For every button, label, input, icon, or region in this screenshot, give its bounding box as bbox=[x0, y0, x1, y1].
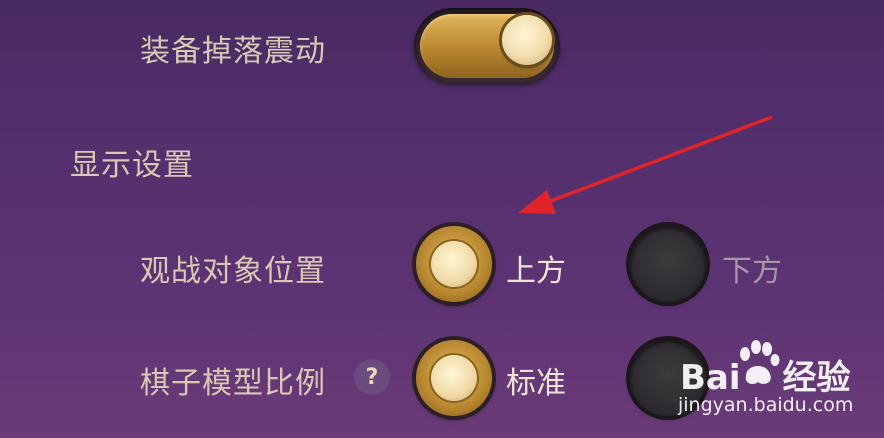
baidu-jingyan-watermark: Bai 经验 jingyan.baidu.com bbox=[676, 336, 876, 428]
arrow-shaft bbox=[539, 115, 773, 207]
paw-logo-icon bbox=[740, 340, 780, 384]
watermark-brand-right: 经验 bbox=[782, 358, 851, 398]
arrow-head bbox=[518, 190, 556, 214]
watermark-brand-left: Bai bbox=[680, 358, 741, 398]
watermark-url: jingyan.baidu.com bbox=[678, 394, 854, 416]
